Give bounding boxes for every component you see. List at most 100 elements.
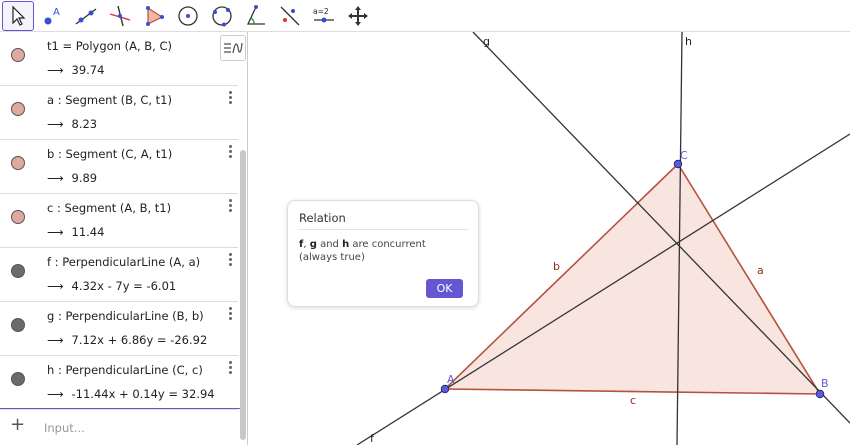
- arrow-g: ⟶: [47, 333, 64, 347]
- slider-tool-label: a=2: [313, 7, 329, 16]
- move-cross-icon: [348, 5, 368, 26]
- cursor-arrow-icon: [12, 5, 26, 26]
- visibility-toggle-b[interactable]: [11, 156, 25, 170]
- visibility-toggle-g[interactable]: [11, 318, 25, 332]
- visibility-toggle-h[interactable]: [11, 372, 25, 386]
- line-label-g: g: [483, 35, 490, 48]
- relation-always-true: (always true): [299, 252, 365, 263]
- definition-c[interactable]: c : Segment (A, B, t1): [47, 201, 171, 215]
- definition-a[interactable]: a : Segment (B, C, t1): [47, 93, 172, 107]
- dialog-divider: [298, 229, 468, 230]
- value-text-g: 7.12x + 6.86y = -26.92: [71, 333, 208, 347]
- polygon-tool[interactable]: [138, 1, 170, 31]
- circle-three-points-tool[interactable]: [206, 1, 238, 31]
- algebra-row-h[interactable]: h : PerpendicularLine (C, c) ⟶ -11.44x + …: [0, 356, 238, 410]
- polygon-t1[interactable]: [445, 164, 820, 394]
- ok-button[interactable]: OK: [426, 279, 463, 298]
- definition-g[interactable]: g : PerpendicularLine (B, b): [47, 309, 204, 323]
- value-text-f: 4.32x - 7y = -6.01: [71, 279, 177, 293]
- value-text-c: 11.44: [71, 225, 105, 239]
- value-c: ⟶ 11.44: [47, 225, 104, 239]
- slider-icon: a=2: [313, 7, 334, 22]
- circle-center-icon: [178, 5, 198, 26]
- move-graphics-view-tool[interactable]: [342, 1, 374, 31]
- point-A[interactable]: [440, 384, 450, 394]
- value-t1: ⟶ 39.74: [47, 63, 104, 77]
- line-label-h: h: [685, 35, 692, 48]
- line-tool[interactable]: [70, 1, 102, 31]
- visibility-toggle-c[interactable]: [11, 210, 25, 224]
- add-icon[interactable]: +: [10, 414, 25, 435]
- value-a: ⟶ 8.23: [47, 117, 97, 131]
- value-text-h: -11.44x + 0.14y = 32.94: [71, 387, 215, 401]
- polygon-icon: [146, 5, 164, 26]
- reflect-icon: [280, 6, 300, 25]
- point-tool[interactable]: A: [36, 1, 68, 31]
- segment-label-c: c: [630, 394, 636, 407]
- more-options-icon[interactable]: [226, 90, 234, 106]
- line-icon: [75, 7, 97, 25]
- definition-h[interactable]: h : PerpendicularLine (C, c): [47, 363, 203, 377]
- visibility-toggle-t1[interactable]: [11, 48, 25, 62]
- perpendicular-line-tool[interactable]: [104, 1, 136, 31]
- value-text-t1: 39.74: [71, 63, 105, 77]
- dialog-message: f, g and h are concurrent (always true): [299, 238, 426, 264]
- point-label-B: B: [821, 377, 829, 390]
- slider-tool[interactable]: a=2: [308, 1, 340, 31]
- perpendicular-line-icon: [109, 5, 131, 26]
- sort-description-icon: [224, 42, 243, 54]
- algebra-input[interactable]: [44, 417, 224, 439]
- segment-label-b: b: [553, 260, 560, 273]
- arrow-h: ⟶: [47, 387, 64, 401]
- algebra-style-button[interactable]: [220, 35, 246, 61]
- visibility-toggle-f[interactable]: [11, 264, 25, 278]
- point-label-C: C: [680, 149, 688, 162]
- algebra-row-g[interactable]: g : PerpendicularLine (B, b) ⟶ 7.12x + 6.…: [0, 302, 238, 356]
- algebra-row-a[interactable]: a : Segment (B, C, t1) ⟶ 8.23: [0, 86, 238, 140]
- point-label-A: A: [447, 373, 455, 386]
- value-f: ⟶ 4.32x - 7y = -6.01: [47, 279, 176, 293]
- more-options-icon[interactable]: [226, 360, 234, 376]
- dialog-title: Relation: [299, 211, 346, 225]
- algebra-row-t1[interactable]: t1 = Polygon (A, B, C) ⟶ 39.74: [0, 32, 238, 86]
- more-options-icon[interactable]: [226, 144, 234, 160]
- reflect-tool[interactable]: [274, 1, 306, 31]
- angle-tool[interactable]: [240, 1, 272, 31]
- segment-label-a: a: [757, 264, 764, 277]
- angle-icon: [246, 4, 265, 25]
- arrow-f: ⟶: [47, 279, 64, 293]
- algebra-scrollbar[interactable]: [240, 150, 246, 440]
- arrow-t1: ⟶: [47, 63, 64, 77]
- value-text-a: 8.23: [71, 117, 98, 131]
- toolbar: A a=2: [0, 0, 850, 32]
- circle-center-point-tool[interactable]: [172, 1, 204, 31]
- value-g: ⟶ 7.12x + 6.86y = -26.92: [47, 333, 207, 347]
- algebra-view: t1 = Polygon (A, B, C) ⟶ 39.74 a : Segmen…: [0, 32, 248, 445]
- visibility-toggle-a[interactable]: [11, 102, 25, 116]
- arrow-c: ⟶: [47, 225, 64, 239]
- more-options-icon[interactable]: [226, 252, 234, 268]
- point-B[interactable]: [815, 389, 825, 399]
- algebra-row-c[interactable]: c : Segment (A, B, t1) ⟶ 11.44: [0, 194, 238, 248]
- more-options-icon[interactable]: [226, 306, 234, 322]
- relation-and: and: [316, 239, 343, 250]
- relation-object-g: g: [309, 239, 317, 250]
- definition-b[interactable]: b : Segment (C, A, t1): [47, 147, 172, 161]
- circle-three-points-icon: [212, 5, 232, 26]
- relation-dialog: Relation f, g and h are concurrent (alwa…: [287, 200, 479, 307]
- definition-t1[interactable]: t1 = Polygon (A, B, C): [47, 39, 172, 53]
- relation-concurrent: are concurrent: [349, 239, 426, 250]
- value-text-b: 9.89: [71, 171, 98, 185]
- arrow-b: ⟶: [47, 171, 64, 185]
- value-h: ⟶ -11.44x + 0.14y = 32.94: [47, 387, 215, 401]
- algebra-row-f[interactable]: f : PerpendicularLine (A, a) ⟶ 4.32x - 7y…: [0, 248, 238, 302]
- more-options-icon[interactable]: [226, 198, 234, 214]
- point-tool-label: A: [53, 7, 60, 18]
- move-tool[interactable]: [2, 0, 34, 31]
- arrow-a: ⟶: [47, 117, 64, 131]
- value-b: ⟶ 9.89: [47, 171, 97, 185]
- algebra-input-row[interactable]: +: [0, 408, 240, 445]
- algebra-row-b[interactable]: b : Segment (C, A, t1) ⟶ 9.89: [0, 140, 238, 194]
- definition-f[interactable]: f : PerpendicularLine (A, a): [47, 255, 200, 269]
- point-icon: A: [44, 7, 60, 24]
